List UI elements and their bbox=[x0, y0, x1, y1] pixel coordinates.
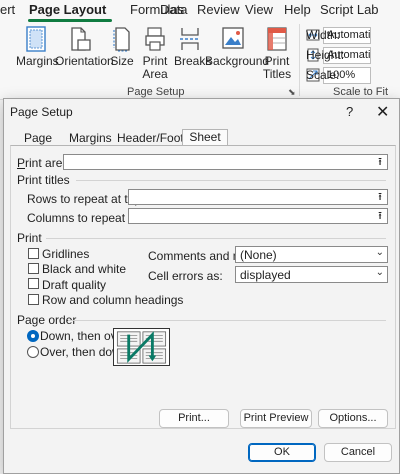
tab-header-footer[interactable]: Header/Footer bbox=[117, 131, 194, 145]
ribbon: ert Page Layout Formulas Data Review Vie… bbox=[0, 0, 400, 100]
row-col-headings-checkbox[interactable] bbox=[28, 294, 39, 305]
tab-insert[interactable]: ert bbox=[0, 2, 15, 17]
black-and-white-checkbox[interactable] bbox=[28, 263, 39, 274]
dialog-launcher-icon[interactable]: ⬊ bbox=[288, 87, 296, 98]
tab-view[interactable]: View bbox=[245, 2, 273, 17]
page-setup-dialog: Page Setup ? ✕ Page Margins Header/Foote… bbox=[3, 98, 400, 474]
margins-button[interactable]: Margins bbox=[16, 26, 59, 68]
comments-notes-select[interactable]: (None) ⌄ bbox=[235, 246, 388, 263]
print-titles-button[interactable]: Print Titles bbox=[262, 26, 292, 81]
orientation-icon bbox=[71, 27, 91, 51]
page-order-preview-icon bbox=[113, 328, 170, 366]
tab-script-lab[interactable]: Script Lab bbox=[320, 2, 379, 17]
over-then-down-radio[interactable] bbox=[27, 346, 39, 358]
gridlines-label: Gridlines bbox=[42, 247, 90, 261]
background-icon bbox=[222, 27, 244, 49]
tab-page[interactable]: Page bbox=[24, 131, 52, 145]
print-titles-label: Print titles bbox=[17, 173, 70, 187]
section-divider bbox=[76, 180, 386, 181]
tab-help[interactable]: Help bbox=[284, 2, 311, 17]
print-button[interactable]: Print... bbox=[159, 409, 229, 428]
cell-errors-select[interactable]: displayed ⌄ bbox=[235, 266, 388, 283]
margins-label: Margins bbox=[16, 54, 59, 68]
print-titles-label-line2: Titles bbox=[262, 67, 292, 81]
chevron-down-icon: ⌄ bbox=[375, 267, 384, 278]
height-row: Height: Automatic bbox=[306, 46, 371, 64]
print-section-label: Print bbox=[17, 231, 42, 245]
scale-label: Scale: bbox=[306, 68, 340, 82]
width-label: Width: bbox=[306, 28, 341, 42]
options-button[interactable]: Options... bbox=[318, 409, 388, 428]
chevron-down-icon: ⌄ bbox=[375, 247, 384, 258]
cell-errors-value: displayed bbox=[240, 268, 291, 282]
gridlines-checkbox[interactable] bbox=[28, 248, 39, 259]
rows-to-repeat-label: Rows to repeat at top: bbox=[27, 192, 145, 206]
breaks-icon bbox=[180, 28, 200, 50]
collapse-dialog-icon[interactable]: ⭱ bbox=[372, 208, 388, 224]
margins-icon bbox=[26, 26, 46, 52]
section-divider bbox=[68, 320, 386, 321]
cell-errors-label: Cell errors as: bbox=[148, 269, 223, 283]
section-divider bbox=[46, 238, 386, 239]
tab-sheet[interactable]: Sheet bbox=[182, 129, 228, 145]
collapse-dialog-icon[interactable]: ⭱ bbox=[372, 154, 388, 170]
cancel-button[interactable]: Cancel bbox=[324, 443, 392, 462]
orientation-button[interactable]: Orientation bbox=[55, 26, 114, 68]
tab-data[interactable]: Data bbox=[160, 2, 187, 17]
group-separator bbox=[299, 24, 300, 96]
size-button[interactable]: Size bbox=[108, 26, 136, 68]
width-row: Width: Automatic bbox=[306, 26, 371, 44]
print-area-icon bbox=[145, 27, 165, 51]
draft-quality-label: Draft quality bbox=[42, 278, 107, 292]
scale-to-fit-group-label: Scale to Fit bbox=[333, 86, 389, 98]
draft-quality-checkbox[interactable] bbox=[28, 278, 39, 289]
black-and-white-label: Black and white bbox=[42, 262, 127, 276]
background-button[interactable]: Background bbox=[205, 26, 269, 68]
active-tab-indicator bbox=[28, 19, 112, 22]
background-label: Background bbox=[205, 54, 270, 68]
breaks-button[interactable]: Breaks bbox=[174, 26, 211, 68]
tab-review[interactable]: Review bbox=[197, 2, 240, 17]
rows-to-repeat-input[interactable] bbox=[128, 189, 388, 205]
tab-margins[interactable]: Margins bbox=[69, 131, 112, 145]
print-titles-icon bbox=[267, 27, 287, 51]
comments-notes-value: (None) bbox=[240, 248, 277, 262]
ok-button[interactable]: OK bbox=[248, 443, 316, 462]
print-area-input[interactable] bbox=[63, 154, 388, 170]
orientation-label: Orientation bbox=[55, 54, 114, 68]
collapse-dialog-icon[interactable]: ⭱ bbox=[372, 189, 388, 205]
dialog-title: Page Setup bbox=[10, 105, 73, 119]
tab-page-layout[interactable]: Page Layout bbox=[29, 2, 106, 17]
down-then-over-radio[interactable] bbox=[27, 330, 39, 342]
page-setup-group-label: Page Setup bbox=[127, 86, 185, 98]
scale-row: Scale: 100% bbox=[306, 66, 371, 84]
print-preview-button[interactable]: Print Preview bbox=[240, 409, 312, 428]
columns-to-repeat-input[interactable] bbox=[128, 208, 388, 224]
size-icon bbox=[113, 27, 130, 52]
close-icon[interactable]: ✕ bbox=[376, 102, 389, 122]
help-button[interactable]: ? bbox=[346, 104, 353, 119]
height-label: Height: bbox=[306, 48, 345, 62]
size-label: Size bbox=[110, 54, 134, 68]
print-area-button[interactable]: Print Area bbox=[140, 26, 170, 81]
row-col-headings-label: Row and column headings bbox=[42, 293, 184, 307]
print-area-label-line2: Area bbox=[142, 67, 168, 81]
